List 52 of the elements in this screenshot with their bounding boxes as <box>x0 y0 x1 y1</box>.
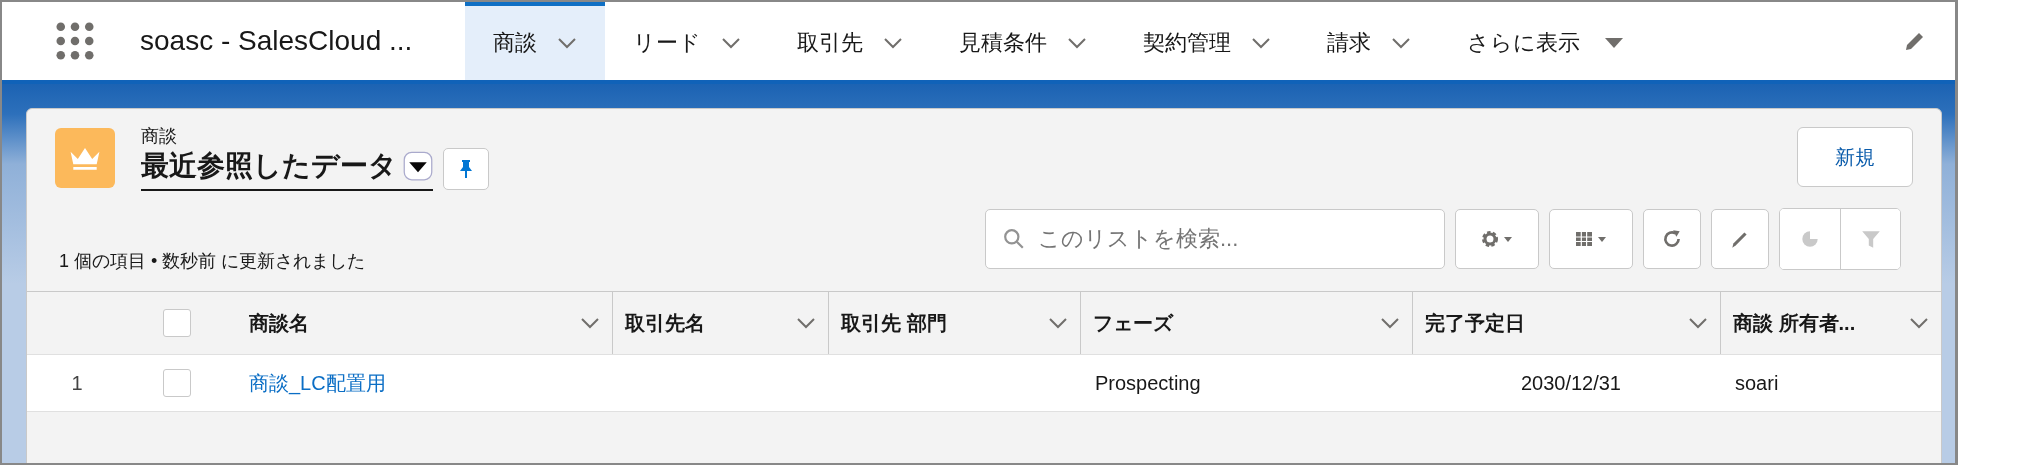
column-header[interactable]: 取引先 部門 <box>829 292 1081 354</box>
pin-button[interactable] <box>443 148 489 190</box>
nav-tab[interactable]: さらに表示 <box>1439 2 1652 80</box>
record-link[interactable]: 商談_LC配置用 <box>249 371 386 394</box>
chevron-down-icon <box>1391 37 1411 49</box>
opportunity-icon <box>55 128 115 188</box>
list-view-selector[interactable]: 最近参照したデータ <box>141 147 433 191</box>
app-launcher-icon[interactable] <box>56 22 94 60</box>
nav-tab[interactable]: 契約管理 <box>1115 2 1299 80</box>
chevron-down-icon[interactable] <box>1688 317 1708 329</box>
table-icon <box>1574 229 1608 249</box>
table-cell: Prospecting <box>1095 371 1201 394</box>
table-cell: soari <box>1735 371 1779 394</box>
caret-down-icon <box>1604 37 1624 49</box>
nav-tab[interactable]: 取引先 <box>769 2 931 80</box>
refresh-button[interactable] <box>1643 209 1701 269</box>
refresh-icon <box>1661 228 1683 250</box>
chevron-down-icon[interactable] <box>580 317 600 329</box>
column-header[interactable]: フェーズ <box>1081 292 1413 354</box>
filter-icon <box>1859 228 1882 250</box>
chevron-down-icon <box>557 37 577 49</box>
chevron-down-icon <box>1251 37 1271 49</box>
display-as-table-button[interactable] <box>1549 209 1633 269</box>
nav-tab[interactable]: 商談 <box>465 2 605 80</box>
nav-tab[interactable]: 請求 <box>1299 2 1439 80</box>
gear-icon <box>1480 229 1514 249</box>
select-all-checkbox[interactable] <box>163 309 191 337</box>
pin-icon <box>458 159 474 179</box>
nav-tab[interactable]: リード <box>605 2 769 80</box>
pie-chart-icon <box>1799 228 1821 250</box>
chevron-down-icon <box>721 37 741 49</box>
caret-down-icon <box>403 151 433 181</box>
search-field[interactable]: このリストを検索... <box>985 209 1445 269</box>
column-header[interactable]: 商談名 <box>217 292 613 354</box>
object-label: 商談 <box>141 125 178 147</box>
settings-button[interactable] <box>1455 209 1539 269</box>
row-checkbox[interactable] <box>163 369 191 397</box>
chevron-down-icon[interactable] <box>1909 317 1929 329</box>
column-header[interactable]: 完了予定日 <box>1413 292 1721 354</box>
chevron-down-icon[interactable] <box>1380 317 1400 329</box>
column-header[interactable]: 取引先名 <box>613 292 829 354</box>
list-status: 1 個の項目 • 数秒前 に更新されました <box>59 250 366 273</box>
column-header[interactable]: 商談 所有者... <box>1721 292 1941 354</box>
chevron-down-icon <box>883 37 903 49</box>
app-name: soasc - SalesCloud ... <box>140 25 414 57</box>
chevron-down-icon <box>1067 37 1087 49</box>
row-number: 1 <box>71 371 83 395</box>
nav-tab[interactable]: 見積条件 <box>931 2 1115 80</box>
new-button[interactable]: 新規 <box>1797 127 1913 187</box>
chevron-down-icon[interactable] <box>1048 317 1068 329</box>
table-cell: 2030/12/31 <box>1520 371 1621 394</box>
chevron-down-icon[interactable] <box>796 317 816 329</box>
